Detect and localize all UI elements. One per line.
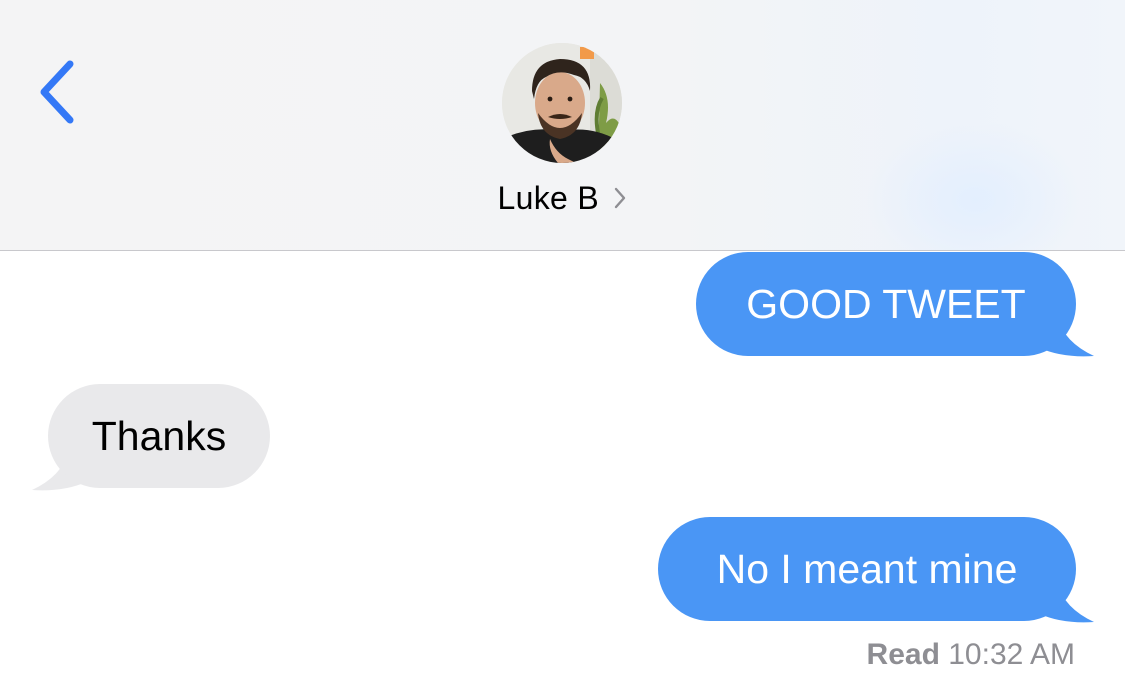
message-bubble-sent[interactable]: GOOD TWEET <box>696 252 1076 356</box>
read-label: Read <box>866 638 940 671</box>
back-button[interactable] <box>30 56 90 128</box>
avatar-photo <box>502 43 622 163</box>
chevron-left-icon <box>40 60 74 124</box>
read-time: 10:32 AM <box>948 638 1075 671</box>
message-bubble-sent[interactable]: No I meant mine <box>658 517 1076 621</box>
conversation-header: Luke B <box>0 0 1125 251</box>
message-text: GOOD TWEET <box>746 281 1026 327</box>
message-text: No I meant mine <box>716 546 1018 592</box>
read-receipt: Read 10:32 AM <box>867 638 1075 672</box>
message-bubble-received[interactable]: Thanks <box>48 384 270 488</box>
message-text: Thanks <box>91 413 227 459</box>
messages-screen: Luke B GOOD TWEET Thanks No I meant mine… <box>0 0 1125 687</box>
contact-name: Luke B <box>497 180 599 216</box>
chevron-right-icon <box>615 187 626 208</box>
contact-avatar[interactable] <box>502 43 622 163</box>
contact-name-button[interactable]: Luke B <box>0 180 1125 220</box>
